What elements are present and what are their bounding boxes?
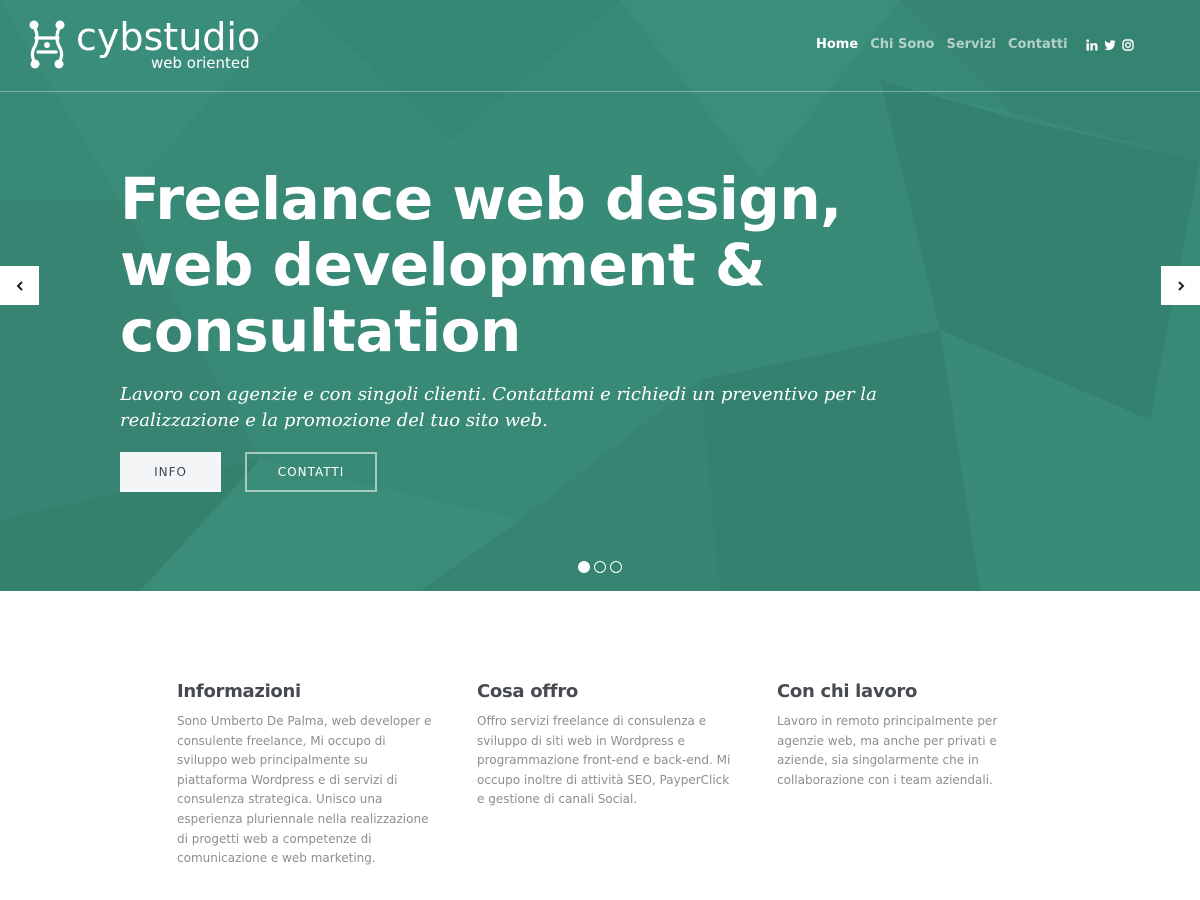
chevron-right-icon	[1177, 280, 1184, 291]
twitter-icon[interactable]	[1104, 39, 1116, 51]
slider-pagination	[578, 561, 622, 573]
slider-dot-2[interactable]	[594, 561, 606, 573]
feature-title: Informazioni	[177, 681, 301, 702]
top-navbar: cybstudio web oriented Home Chi Sono Ser…	[0, 0, 1200, 92]
feature-text: Sono Umberto De Palma, web developer e c…	[177, 714, 432, 866]
feature-text: Offro servizi freelance di consulenza e …	[477, 714, 731, 807]
site-logo[interactable]: cybstudio web oriented	[26, 15, 266, 76]
main-nav: Home Chi Sono Servizi Contatti	[816, 36, 1068, 54]
contatti-button[interactable]: CONTATTI	[245, 452, 377, 492]
hero-title: Freelance web design, web development & …	[120, 166, 1000, 364]
feature-text: Lavoro in remoto principalmente per agen…	[777, 714, 998, 787]
info-button[interactable]: INFO	[120, 452, 221, 492]
hero-title-line: web development &	[120, 231, 765, 299]
feature-column-informazioni: Informazioni Sono Umberto De Palma, web …	[177, 680, 437, 869]
social-links	[1086, 37, 1134, 53]
hero-slider: cybstudio web oriented Home Chi Sono Ser…	[0, 0, 1200, 591]
slider-dot-3[interactable]	[610, 561, 622, 573]
feature-column-cosa-offro: Cosa offro Offro servizi freelance di co…	[477, 680, 737, 810]
linkedin-icon[interactable]	[1086, 39, 1098, 51]
hero-title-line: Freelance web design,	[120, 165, 842, 233]
logo-tagline: web oriented	[151, 54, 250, 72]
hero-title-line: consultation	[120, 297, 521, 365]
nav-item-contatti[interactable]: Contatti	[1008, 36, 1068, 54]
feature-column-con-chi-lavoro: Con chi lavoro Lavoro in remoto principa…	[777, 680, 1037, 790]
molecule-icon	[29, 20, 65, 69]
nav-item-home[interactable]: Home	[816, 36, 858, 54]
nav-item-servizi[interactable]: Servizi	[946, 36, 996, 54]
slider-dot-1[interactable]	[578, 561, 590, 573]
nav-item-chi-sono[interactable]: Chi Sono	[870, 36, 934, 54]
chevron-left-icon	[16, 280, 23, 291]
feature-title: Con chi lavoro	[777, 681, 918, 702]
features-section: Informazioni Sono Umberto De Palma, web …	[0, 591, 1200, 900]
slider-next-button[interactable]	[1161, 266, 1200, 305]
hero-subtitle: Lavoro con agenzie e con singoli clienti…	[120, 384, 877, 431]
instagram-icon[interactable]	[1122, 39, 1134, 51]
feature-title: Cosa offro	[477, 681, 578, 702]
slider-prev-button[interactable]	[0, 266, 39, 305]
